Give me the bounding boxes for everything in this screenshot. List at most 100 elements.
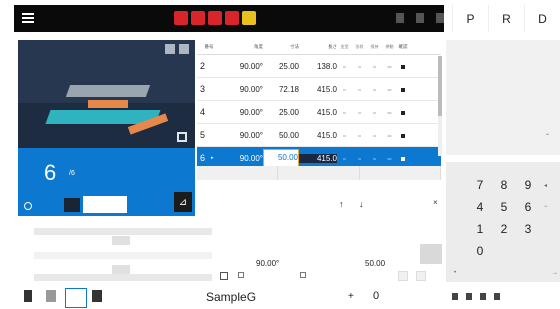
option-button[interactable] [112, 236, 130, 245]
small-action-button[interactable] [416, 271, 426, 281]
hamburger-menu-icon[interactable] [22, 13, 34, 23]
length-cell[interactable]: 415.0 [299, 85, 337, 94]
alarm-icon[interactable] [191, 11, 205, 25]
column-header: 角度 [254, 44, 263, 49]
warning-icon[interactable] [242, 11, 256, 25]
option-checkbox[interactable] [300, 272, 306, 278]
depth-cell[interactable]: 25.00 [263, 62, 299, 71]
top-status-bar [14, 5, 444, 32]
tool-logo-icon[interactable]: ⊿ [174, 192, 192, 212]
table-row[interactable]: 5 90.00° 50.00 415.0 •• •• •• ••• [197, 124, 441, 147]
angle-cell[interactable]: 90.00° [221, 108, 263, 117]
close-icon[interactable]: × [433, 198, 438, 207]
sub-tab[interactable] [278, 166, 360, 180]
expand-icon[interactable] [177, 132, 187, 142]
chevron-down-icon[interactable]: ⌄ [545, 130, 550, 137]
confirm-cell[interactable] [397, 108, 409, 117]
alarm-icon[interactable] [174, 11, 188, 25]
confirm-cell[interactable] [397, 62, 409, 71]
mode-button-d[interactable]: D [524, 5, 560, 32]
toolbar-icon[interactable] [494, 293, 500, 300]
scrollbar-thumb[interactable] [438, 56, 442, 116]
angle-cell[interactable]: 90.00° [221, 85, 263, 94]
tool-cell: •• [343, 155, 346, 161]
hold-cell: •• [373, 63, 376, 69]
angle-cell[interactable]: 90.00° [221, 131, 263, 140]
mode-button-r[interactable]: R [488, 5, 524, 32]
shape-cell: •• [358, 109, 361, 115]
bend-table: 番号 角度 寸法 長さ 金型 形状 保持 挙動 確認 2 90.00° 25.00 1… [197, 40, 441, 170]
form-field[interactable] [34, 228, 212, 235]
confirm-button[interactable] [420, 244, 442, 264]
keypad-key[interactable]: 9 [520, 178, 536, 192]
tool-cell: •• [343, 63, 346, 69]
enter-key[interactable]: → [552, 270, 558, 276]
alert-icons[interactable] [174, 11, 256, 25]
option-button[interactable] [112, 265, 130, 274]
depth-cell[interactable]: 72.18 [263, 85, 299, 94]
confirm-checkbox[interactable] [401, 133, 405, 138]
length-cell[interactable]: 138.0 [299, 62, 337, 71]
sub-tab[interactable] [197, 166, 279, 180]
keypad-key[interactable]: 1 [472, 222, 488, 236]
depth-cell[interactable]: 50.00 [263, 131, 299, 140]
angle-cell[interactable]: 90.00° [221, 62, 263, 71]
bend-icon[interactable] [92, 290, 102, 302]
view-settings-icon[interactable] [179, 44, 189, 54]
selected-view-icon[interactable] [65, 288, 87, 308]
keypad-key[interactable]: 0 [472, 244, 488, 258]
fullscreen-icon[interactable] [220, 272, 228, 280]
tools-icon[interactable] [46, 290, 56, 302]
move-down-button[interactable]: ↓ [359, 199, 364, 209]
decimal-key[interactable]: • [454, 270, 456, 276]
toolbar-icon[interactable] [452, 293, 458, 300]
form-field[interactable] [34, 252, 212, 259]
keypad-key[interactable]: 7 [472, 178, 488, 192]
refresh-icon[interactable] [24, 202, 32, 210]
bend-3d-view[interactable] [18, 40, 195, 148]
length-cell[interactable]: 415.0 [299, 108, 337, 117]
total-steps: /6 [69, 170, 75, 177]
keypad-key[interactable]: 6 [520, 200, 536, 214]
small-action-button[interactable] [398, 271, 408, 281]
confirm-cell[interactable] [397, 154, 409, 163]
keypad-key[interactable]: 2 [496, 222, 512, 236]
length-cell[interactable]: 415.0 [299, 131, 337, 140]
motion-cell: ••• [387, 63, 392, 69]
confirm-cell[interactable] [397, 85, 409, 94]
keypad-key[interactable]: 8 [496, 178, 512, 192]
keypad-key[interactable]: 5 [496, 200, 512, 214]
depth-cell[interactable]: 25.00 [263, 108, 299, 117]
keypad-key[interactable]: 3 [520, 222, 536, 236]
angle-cell[interactable]: 90.00° [221, 154, 263, 163]
option-checkbox[interactable] [238, 272, 244, 278]
keypad-key[interactable]: 4 [472, 200, 488, 214]
backspace-icon[interactable]: ◂ [544, 182, 547, 189]
minus-key[interactable]: − [544, 204, 548, 210]
confirm-checkbox[interactable] [401, 110, 405, 115]
confirm-checkbox[interactable] [401, 87, 405, 92]
length-cell[interactable]: 415.0 [299, 153, 337, 163]
confirm-checkbox[interactable] [401, 156, 405, 161]
alarm-icon[interactable] [208, 11, 222, 25]
sub-tab[interactable] [360, 166, 441, 180]
table-row[interactable]: 2 90.00° 25.00 138.0 •• •• •• ••• [197, 55, 441, 78]
toolbar-icon[interactable] [466, 293, 472, 300]
edit-icon[interactable] [480, 293, 486, 300]
confirm-checkbox[interactable] [401, 64, 405, 69]
form-field[interactable] [34, 274, 212, 281]
table-row[interactable]: 3 90.00° 72.18 415.0 •• •• •• ••• [197, 78, 441, 101]
program-icon[interactable] [24, 290, 32, 302]
move-up-button[interactable]: ↑ [339, 199, 344, 209]
column-header: 寸法 [290, 44, 299, 49]
alarm-icon[interactable] [225, 11, 239, 25]
table-row[interactable]: 4 90.00° 25.00 415.0 •• •• •• ••• [197, 101, 441, 124]
tool-thumbnail[interactable] [64, 198, 80, 212]
shape-cell: •• [358, 86, 361, 92]
depth-cell[interactable]: 50.00 [263, 149, 299, 167]
confirm-cell[interactable] [397, 131, 409, 140]
view-mode-icon[interactable] [165, 44, 175, 54]
mode-button-p[interactable]: P [452, 5, 488, 32]
add-button[interactable]: + [348, 291, 354, 302]
tool-thumbnail[interactable] [83, 196, 127, 213]
